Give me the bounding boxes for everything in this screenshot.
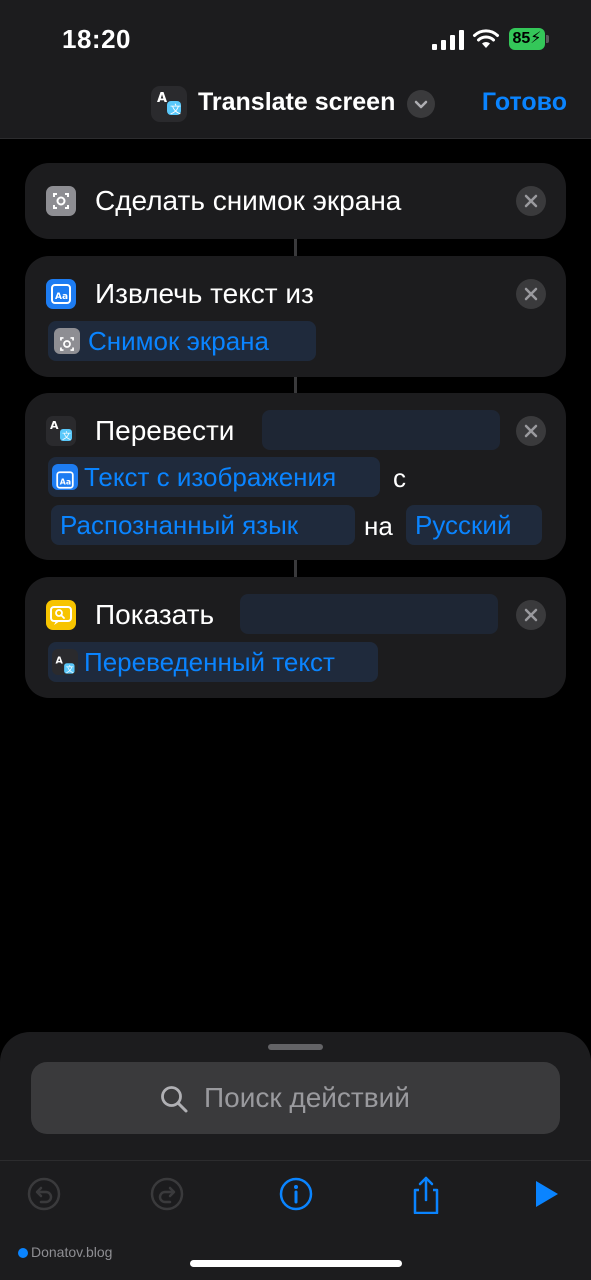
action-title: Сделать снимок экрана [95, 185, 402, 216]
action-title: Показать [95, 599, 215, 630]
show-parameter-placeholder[interactable] [240, 594, 498, 634]
charging-bolt-icon: ⚡ [530, 30, 542, 47]
target-language-token[interactable]: Русский [406, 505, 542, 545]
svg-text:文: 文 [62, 430, 71, 442]
text-from-image-token[interactable]: Aa Текст с изображения [48, 457, 380, 497]
action-connector [294, 560, 297, 578]
action-card-screenshot[interactable]: Сделать снимок экрана [25, 163, 566, 239]
action-title: Перевести [95, 415, 235, 446]
wifi-icon [473, 29, 499, 48]
svg-text:Aa: Aa [55, 292, 68, 302]
text-recognition-icon: Aa [52, 464, 78, 490]
screenshot-icon [54, 328, 80, 354]
text-recognition-icon: Aa [46, 279, 76, 309]
remove-action-button[interactable] [516, 600, 546, 630]
remove-action-button[interactable] [516, 279, 546, 309]
search-icon [161, 1086, 188, 1113]
remove-action-button[interactable] [516, 186, 546, 216]
actions-sheet: Поиск действий Donatov.blog [0, 1032, 591, 1280]
battery-level: 85 [512, 30, 531, 47]
svg-text:文: 文 [66, 664, 74, 674]
token-label: Снимок экрана [88, 326, 269, 356]
run-play-icon[interactable] [528, 1176, 564, 1212]
battery-tip [546, 35, 549, 43]
svg-text:文: 文 [170, 102, 181, 116]
action-connector [294, 238, 297, 258]
source-language-token[interactable]: Распознанный язык [51, 505, 355, 545]
action-card-translate[interactable]: A 文 Перевести Aa Текст с изображения с Р… [25, 393, 566, 560]
svg-text:A: A [157, 91, 167, 106]
done-button[interactable]: Готово [482, 88, 567, 117]
home-indicator[interactable] [190, 1260, 402, 1267]
from-preposition: с [393, 463, 406, 493]
redo-icon[interactable] [149, 1176, 185, 1212]
svg-text:Aa: Aa [60, 477, 71, 486]
svg-text:A: A [55, 655, 63, 666]
token-label: Переведенный текст [84, 647, 335, 677]
search-actions-field[interactable]: Поиск действий [31, 1062, 560, 1134]
action-connector [294, 376, 297, 394]
search-placeholder: Поиск действий [204, 1082, 410, 1113]
token-label: Распознанный язык [60, 510, 299, 540]
remove-action-button[interactable] [516, 416, 546, 446]
sheet-grabber[interactable] [268, 1044, 323, 1050]
token-label: Текст с изображения [84, 462, 337, 492]
action-card-show[interactable]: Показать A 文 Переведенный текст [25, 577, 566, 698]
screenshot-variable-token[interactable]: Снимок экрана [48, 321, 316, 361]
chevron-down-icon[interactable] [407, 90, 435, 118]
undo-icon[interactable] [26, 1176, 62, 1212]
watermark-dot [18, 1248, 28, 1258]
svg-text:A: A [50, 419, 59, 432]
watermark: Donatov.blog [18, 1244, 112, 1260]
action-title: Извлечь текст из [95, 278, 314, 309]
shortcut-translate-icon: A 文 [151, 86, 187, 122]
info-icon[interactable] [278, 1176, 314, 1212]
translated-text-token[interactable]: A 文 Переведенный текст [48, 642, 378, 682]
status-bar: 18:20 85⚡ [0, 0, 591, 80]
screenshot-icon [46, 186, 76, 216]
action-card-extract-text[interactable]: Aa Извлечь текст из Снимок экрана [25, 256, 566, 377]
nav-bar: A 文 Translate screen Готово [0, 80, 591, 139]
cellular-signal-icon [432, 30, 464, 50]
shortcut-title[interactable]: Translate screen [198, 88, 395, 117]
toolbar-divider [0, 1160, 591, 1161]
token-label: Русский [415, 510, 512, 540]
share-icon[interactable] [408, 1172, 444, 1214]
show-result-icon [46, 600, 76, 630]
battery-indicator: 85⚡ [509, 28, 545, 50]
status-time: 18:20 [62, 24, 131, 54]
translate-icon: A 文 [52, 649, 78, 675]
translate-icon: A 文 [46, 416, 76, 446]
watermark-text: Donatov.blog [31, 1244, 113, 1260]
translate-parameter-placeholder[interactable] [262, 410, 500, 450]
to-preposition: на [364, 511, 393, 541]
